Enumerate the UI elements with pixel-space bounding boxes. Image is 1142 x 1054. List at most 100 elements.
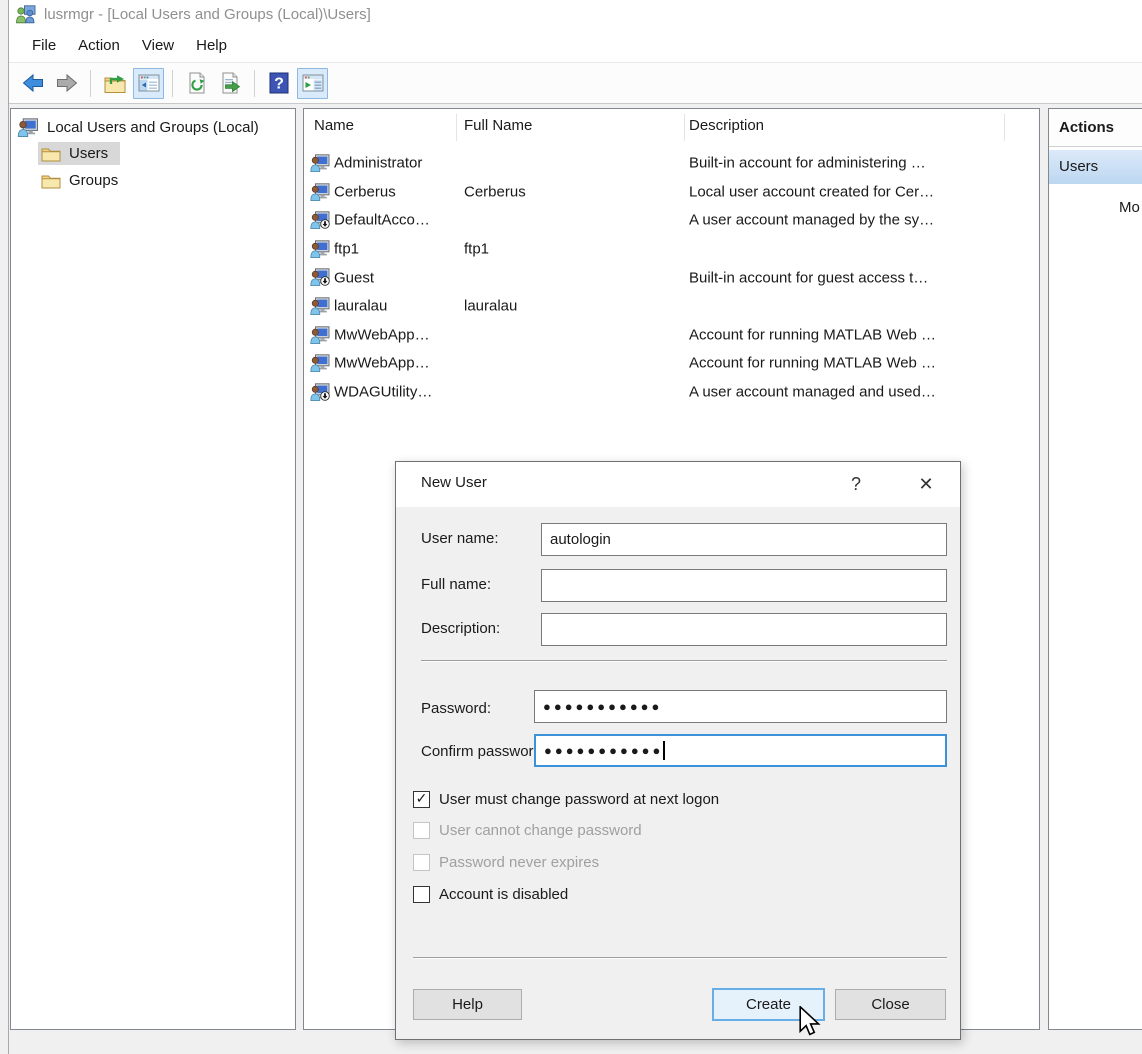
dialog-close-icon[interactable]: ✕ bbox=[909, 467, 943, 501]
checkbox-box[interactable]: ✓ bbox=[413, 886, 430, 903]
full-name-cell: Cerberus bbox=[464, 183, 526, 200]
window-left-border bbox=[8, 0, 9, 1054]
table-row-mwwebapp-2[interactable]: MwWebApp… Account for running MATLAB Web… bbox=[304, 349, 1039, 378]
menu-file[interactable]: File bbox=[21, 32, 67, 59]
table-row-mwwebapp-1[interactable]: MwWebApp… Account for running MATLAB Web… bbox=[304, 321, 1039, 350]
user-account-disabled-icon bbox=[310, 211, 330, 229]
folder-icon bbox=[41, 173, 61, 189]
description-cell: A user account managed by the sy… bbox=[689, 212, 934, 229]
user-account-icon bbox=[310, 183, 330, 201]
column-header-description[interactable]: Description bbox=[689, 117, 764, 134]
toolbar: ? bbox=[9, 62, 1142, 104]
up-one-level-icon bbox=[103, 71, 127, 95]
checkbox-must-change-password[interactable]: ✓ User must change password at next logo… bbox=[413, 788, 719, 810]
show-action-pane-icon bbox=[301, 71, 325, 95]
checkbox-account-is-disabled[interactable]: ✓ Account is disabled bbox=[413, 883, 568, 905]
column-resize-handle[interactable] bbox=[1004, 114, 1005, 141]
column-resize-handle[interactable] bbox=[684, 114, 685, 141]
forward-icon bbox=[55, 71, 79, 95]
refresh-button[interactable] bbox=[181, 68, 212, 99]
checkbox-cannot-change-password: ✓ User cannot change password bbox=[413, 819, 642, 841]
user-name-cell: Cerberus bbox=[334, 183, 396, 200]
close-button[interactable]: Close bbox=[835, 989, 946, 1020]
user-account-disabled-icon bbox=[310, 383, 330, 401]
export-list-icon bbox=[219, 71, 243, 95]
password-input[interactable]: ●●●●●●●●●●● bbox=[534, 690, 947, 723]
user-name-cell: Administrator bbox=[334, 155, 422, 172]
table-row-administrator[interactable]: Administrator Built-in account for admin… bbox=[304, 149, 1039, 178]
toolbar-separator bbox=[172, 70, 173, 97]
checkbox-label: User cannot change password bbox=[439, 822, 642, 839]
export-list-button[interactable] bbox=[215, 68, 246, 99]
column-header-name[interactable]: Name bbox=[314, 117, 354, 134]
checkbox-password-never-expires: ✓ Password never expires bbox=[413, 851, 599, 873]
menu-help[interactable]: Help bbox=[185, 32, 238, 59]
fullname-label: Full name: bbox=[421, 576, 491, 593]
text-caret bbox=[663, 741, 665, 760]
user-account-icon bbox=[310, 240, 330, 258]
help-button[interactable]: ? bbox=[263, 68, 294, 99]
description-cell: Local user account created for Cer… bbox=[689, 183, 934, 200]
dialog-title-bar[interactable]: New User ? ✕ bbox=[396, 462, 960, 507]
console-tree-pane: Local Users and Groups (Local) Users Gro… bbox=[10, 108, 296, 1030]
actions-item-users[interactable]: Users bbox=[1049, 150, 1142, 184]
forward-button[interactable] bbox=[51, 68, 82, 99]
username-label: User name: bbox=[421, 530, 499, 547]
password-masked-dots: ●●●●●●●●●●● bbox=[543, 699, 662, 714]
description-cell: Account for running MATLAB Web … bbox=[689, 326, 936, 343]
table-row-defaultaccount[interactable]: DefaultAcco… A user account managed by t… bbox=[304, 206, 1039, 235]
back-button[interactable] bbox=[17, 68, 48, 99]
menu-action[interactable]: Action bbox=[67, 32, 131, 59]
column-resize-handle[interactable] bbox=[456, 114, 457, 141]
table-row-guest[interactable]: Guest Built-in account for guest access … bbox=[304, 263, 1039, 292]
up-one-level-button[interactable] bbox=[99, 68, 130, 99]
checkbox-box: ✓ bbox=[413, 822, 430, 839]
show-action-pane-button[interactable] bbox=[297, 68, 328, 99]
user-name-cell: WDAGUtility… bbox=[334, 384, 432, 401]
user-account-icon bbox=[310, 154, 330, 172]
create-button[interactable]: Create bbox=[712, 988, 825, 1021]
checkbox-box[interactable]: ✓ bbox=[413, 791, 430, 808]
full-name-cell: lauralau bbox=[464, 298, 517, 315]
table-row-lauralau[interactable]: lauralau lauralau bbox=[304, 292, 1039, 321]
tree-item-users[interactable]: Users bbox=[38, 140, 295, 167]
menu-view[interactable]: View bbox=[131, 32, 185, 59]
svg-text:?: ? bbox=[274, 76, 284, 93]
actions-pane: Actions Users Mo bbox=[1048, 108, 1142, 1030]
dialog-help-button[interactable]: ? bbox=[839, 467, 873, 501]
user-name-cell: lauralau bbox=[334, 298, 387, 315]
description-input[interactable] bbox=[541, 613, 947, 646]
description-cell: Built-in account for guest access t… bbox=[689, 269, 928, 286]
user-name-cell: MwWebApp… bbox=[334, 355, 430, 372]
table-row-cerberus[interactable]: Cerberus Cerberus Local user account cre… bbox=[304, 178, 1039, 207]
column-header-full-name[interactable]: Full Name bbox=[464, 117, 532, 134]
username-input[interactable] bbox=[541, 523, 947, 556]
confirm-password-label: Confirm password: bbox=[421, 743, 546, 760]
user-account-icon bbox=[310, 326, 330, 344]
checkbox-label: Password never expires bbox=[439, 854, 599, 871]
confirm-password-input[interactable]: ●●●●●●●●●●● bbox=[534, 734, 947, 767]
tree-item-groups[interactable]: Groups bbox=[38, 167, 295, 194]
description-cell: A user account managed and used… bbox=[689, 384, 936, 401]
actions-header: Actions bbox=[1049, 109, 1142, 147]
checkbox-label: Account is disabled bbox=[439, 886, 568, 903]
back-icon bbox=[21, 71, 45, 95]
help-button-dialog[interactable]: Help bbox=[413, 989, 522, 1020]
separator bbox=[421, 660, 947, 662]
user-name-cell: MwWebApp… bbox=[334, 326, 430, 343]
checkbox-box: ✓ bbox=[413, 854, 430, 871]
table-row-wdagutility[interactable]: WDAGUtility… A user account managed and … bbox=[304, 378, 1039, 407]
description-cell: Built-in account for administering … bbox=[689, 155, 926, 172]
list-header: Name Full Name Description bbox=[304, 109, 1039, 146]
user-name-cell: DefaultAcco… bbox=[334, 212, 430, 229]
show-console-tree-button[interactable] bbox=[133, 68, 164, 99]
more-actions-item[interactable]: Mo bbox=[1119, 199, 1140, 216]
table-row-ftp1[interactable]: ftp1 ftp1 bbox=[304, 235, 1039, 264]
separator bbox=[413, 957, 947, 959]
computer-user-icon bbox=[17, 118, 39, 137]
tree-item-local-users-and-groups[interactable]: Local Users and Groups (Local) bbox=[11, 109, 295, 140]
fullname-input[interactable] bbox=[541, 569, 947, 602]
password-label: Password: bbox=[421, 700, 491, 717]
tree-item-label: Groups bbox=[69, 172, 118, 189]
lusrmgr-app-icon bbox=[16, 5, 36, 24]
